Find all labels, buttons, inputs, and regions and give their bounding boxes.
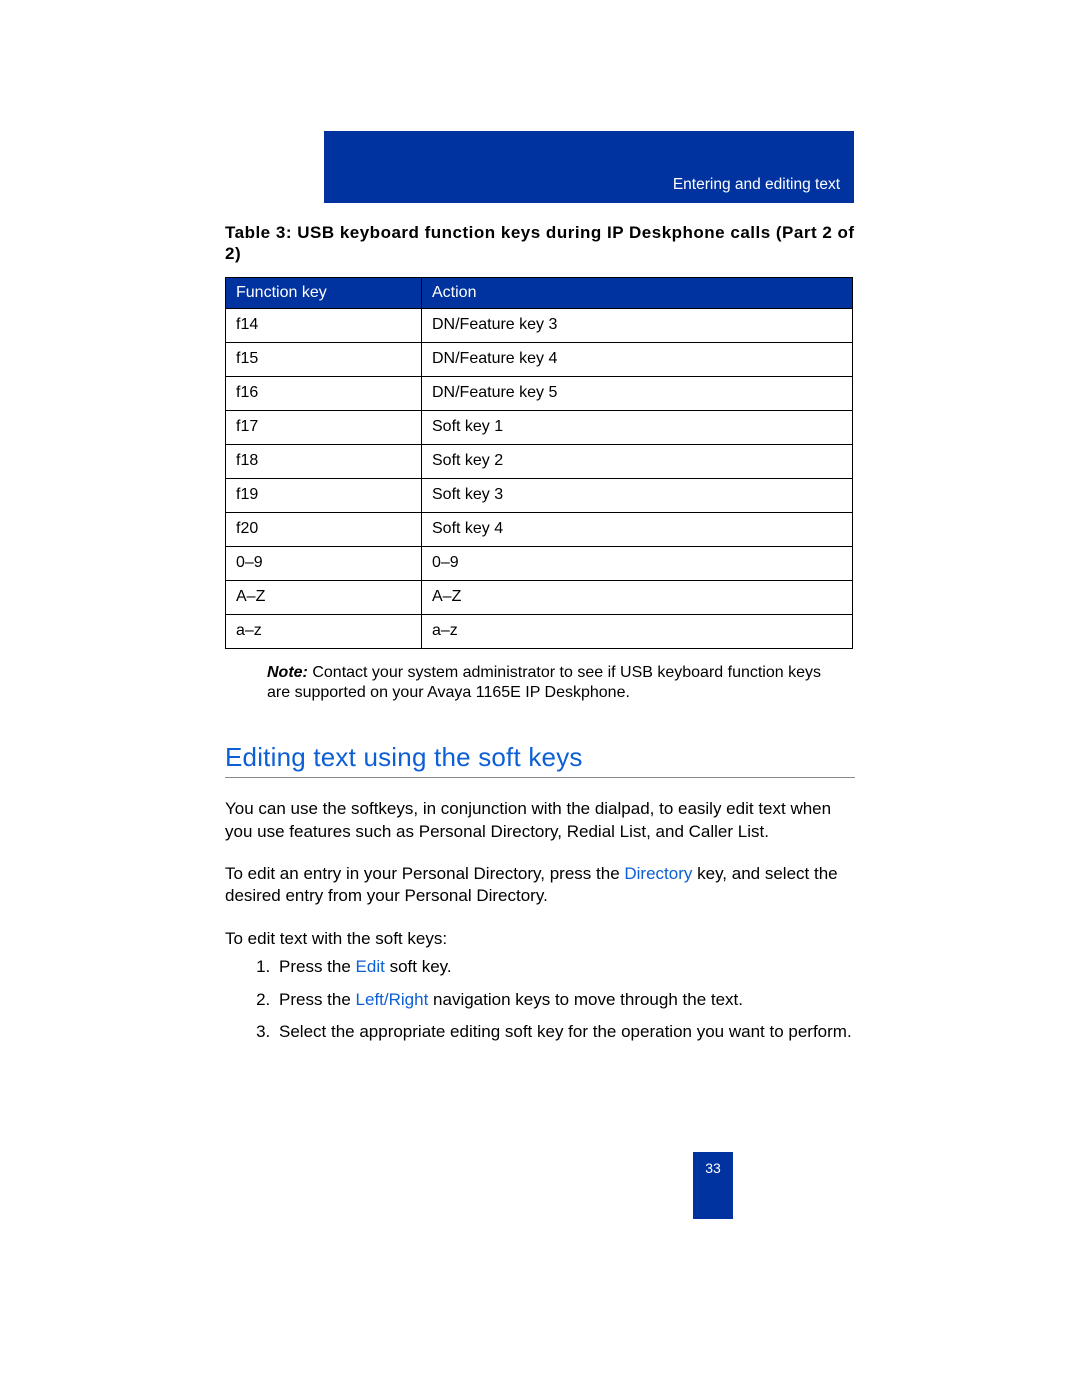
- cell-key: f19: [226, 478, 422, 512]
- step-2: Press the Left/Right navigation keys to …: [275, 989, 855, 1011]
- table-row: f17Soft key 1: [226, 410, 853, 444]
- table-row: a–za–z: [226, 614, 853, 648]
- table-row: A–ZA–Z: [226, 580, 853, 614]
- note-text: Contact your system administrator to see…: [267, 664, 821, 702]
- paragraph-1: You can use the softkeys, in conjunction…: [225, 798, 855, 843]
- cell-action: 0–9: [422, 546, 853, 580]
- cell-key: f14: [226, 308, 422, 342]
- cell-key: f16: [226, 376, 422, 410]
- note-block: Note: Contact your system administrator …: [267, 663, 842, 705]
- table-row: f20Soft key 4: [226, 512, 853, 546]
- cell-key: 0–9: [226, 546, 422, 580]
- cell-action: a–z: [422, 614, 853, 648]
- cell-action: A–Z: [422, 580, 853, 614]
- step2-post: navigation keys to move through the text…: [428, 990, 743, 1009]
- table-row: f14DN/Feature key 3: [226, 308, 853, 342]
- step1-post: soft key.: [385, 957, 452, 976]
- cell-key: f18: [226, 444, 422, 478]
- steps-list: Press the Edit soft key. Press the Left/…: [225, 956, 855, 1043]
- page-number-box: 33: [693, 1152, 733, 1219]
- cell-action: Soft key 4: [422, 512, 853, 546]
- paragraph-2: To edit an entry in your Personal Direct…: [225, 863, 855, 908]
- cell-action: DN/Feature key 4: [422, 342, 853, 376]
- table-header-row: Function key Action: [226, 277, 853, 308]
- cell-key: f15: [226, 342, 422, 376]
- cell-action: DN/Feature key 3: [422, 308, 853, 342]
- table-title: Table 3: USB keyboard function keys duri…: [225, 222, 855, 265]
- edit-key: Edit: [356, 957, 385, 976]
- cell-action: DN/Feature key 5: [422, 376, 853, 410]
- cell-key: a–z: [226, 614, 422, 648]
- para2-pre: To edit an entry in your Personal Direct…: [225, 864, 624, 883]
- page: Entering and editing text Table 3: USB k…: [0, 0, 1080, 1397]
- paragraph-3: To edit text with the soft keys:: [225, 928, 855, 950]
- note-label: Note:: [267, 664, 308, 681]
- step-1: Press the Edit soft key.: [275, 956, 855, 978]
- cell-action: Soft key 2: [422, 444, 853, 478]
- step2-pre: Press the: [279, 990, 356, 1009]
- content-area: Table 3: USB keyboard function keys duri…: [225, 222, 855, 1061]
- cell-key: f20: [226, 512, 422, 546]
- table-row: f19Soft key 3: [226, 478, 853, 512]
- step1-pre: Press the: [279, 957, 356, 976]
- cell-key: f17: [226, 410, 422, 444]
- cell-key: A–Z: [226, 580, 422, 614]
- page-number: 33: [693, 1152, 733, 1176]
- table-row: f15DN/Feature key 4: [226, 342, 853, 376]
- table-row: f18Soft key 2: [226, 444, 853, 478]
- table-row: f16DN/Feature key 5: [226, 376, 853, 410]
- section-heading: Editing text using the soft keys: [225, 742, 855, 778]
- cell-action: Soft key 1: [422, 410, 853, 444]
- table-row: 0–90–9: [226, 546, 853, 580]
- step-3: Select the appropriate editing soft key …: [275, 1021, 855, 1043]
- directory-key: Directory: [624, 864, 692, 883]
- header-section-title: Entering and editing text: [673, 176, 840, 194]
- header-bar: Entering and editing text: [324, 131, 854, 203]
- col-function-key: Function key: [226, 277, 422, 308]
- function-key-table: Function key Action f14DN/Feature key 3 …: [225, 277, 853, 649]
- left-right-key: Left/Right: [356, 990, 429, 1009]
- cell-action: Soft key 3: [422, 478, 853, 512]
- col-action: Action: [422, 277, 853, 308]
